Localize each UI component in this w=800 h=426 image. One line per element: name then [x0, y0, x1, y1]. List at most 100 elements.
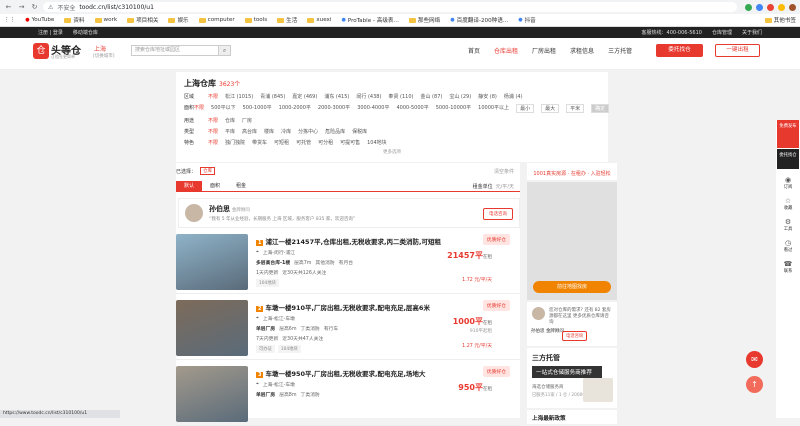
filter-option[interactable]: 可托管 — [296, 139, 311, 146]
back-icon[interactable]: ← — [4, 3, 13, 11]
filter-option[interactable]: 厂房 — [242, 117, 252, 124]
bookmark-item[interactable]: ● 百度翻译-200种语... — [450, 16, 508, 24]
rail-entrust[interactable]: 委托找仓 — [777, 149, 799, 169]
map-preview[interactable]: 前往地图找房 — [527, 182, 617, 300]
filter-option[interactable]: 静安 (8) — [478, 93, 497, 100]
listing-title[interactable]: 3 车墩一楼950平,厂房出租,无税收要求,配电充足,场地大 — [256, 368, 425, 378]
forward-icon[interactable]: → — [17, 3, 26, 11]
filter-option[interactable]: 危险品库 — [325, 128, 345, 135]
extension-icon[interactable] — [767, 3, 774, 11]
nav-item[interactable]: 首页 — [468, 46, 480, 55]
filter-option[interactable]: 不限 — [194, 104, 204, 113]
area-max[interactable]: 最大 — [541, 104, 560, 113]
rent-unit-select[interactable]: 租金单位 元/平/天 — [473, 183, 514, 190]
filter-option[interactable]: 闵行 (438) — [356, 93, 381, 100]
rail-item[interactable]: ⚙ 工具 — [776, 218, 800, 232]
reset-filters-link[interactable]: 清空条件 — [494, 168, 514, 175]
listing-title[interactable]: 1 浦江一楼21457平,仓库出租,无税收要求,丙二类消防,可短租 — [256, 236, 441, 246]
mobile-link[interactable]: 移动端仓库 — [73, 29, 98, 36]
filter-option[interactable]: 不限 — [208, 93, 218, 100]
search-icon[interactable]: ⌕ — [219, 45, 231, 56]
chat-icon[interactable]: ✉ — [746, 351, 763, 368]
filter-option[interactable]: 保税库 — [352, 128, 367, 135]
filter-option[interactable]: 嘉定 (469) — [292, 93, 317, 100]
filter-option[interactable]: 仓库 — [225, 117, 235, 124]
promo-card[interactable]: 三方托管 一站式仓储服务商推荐 海选仓储服务商 已服务11家 / 1 仓 / 2… — [527, 348, 617, 408]
bookmark-item[interactable]: tools — [244, 17, 267, 23]
address-bar[interactable]: ⚠ 不安全 toodc.cn/list/c310100/u1 — [43, 2, 737, 12]
rail-free-publish[interactable]: 免费发布 — [777, 120, 799, 148]
bookmark-item[interactable]: 资料 — [64, 16, 85, 24]
filter-option[interactable]: 奉贤 (110) — [388, 93, 413, 100]
nav-item[interactable]: 厂房出租 — [532, 46, 556, 55]
call-button[interactable]: 电话咨询 — [483, 208, 513, 220]
filter-option[interactable]: 杨浦 (4) — [504, 93, 523, 100]
bookmark-item[interactable]: 那些网络 — [408, 16, 440, 24]
bookmark-item[interactable]: ● ProTable - 高级表... — [341, 16, 398, 24]
bookmark-item[interactable]: computer — [198, 17, 235, 23]
sort-option[interactable]: 默认 — [176, 180, 203, 192]
bookmark-item[interactable]: 项目相关 — [127, 16, 158, 24]
apps-icon[interactable]: ⋮⋮ — [4, 17, 15, 23]
filter-option[interactable]: 平库 — [225, 128, 235, 135]
filter-option[interactable]: 独门独院 — [225, 139, 245, 146]
sort-option[interactable]: 面积 — [202, 181, 228, 192]
switch-city-link[interactable]: [切换城市] — [93, 53, 115, 59]
publish-button[interactable]: 一键出租 — [715, 44, 760, 57]
filter-option[interactable]: 4000-5000平 — [396, 104, 428, 113]
about-link[interactable]: 关于我们 — [742, 29, 762, 36]
filter-option[interactable]: 不限 — [208, 128, 218, 135]
rail-item[interactable]: ☆ 收藏 — [776, 197, 800, 211]
find-warehouse-button[interactable]: 委托找仓 — [656, 44, 703, 57]
filter-option[interactable]: 浦东 (415) — [324, 93, 349, 100]
filter-option[interactable]: 500平以下 — [211, 104, 236, 113]
filter-option[interactable]: 可短租 — [274, 139, 289, 146]
nav-item[interactable]: 求租信息 — [570, 46, 594, 55]
filter-option[interactable]: 松江 (1015) — [225, 93, 253, 100]
profile-avatar[interactable] — [789, 3, 796, 11]
bookmark-item[interactable]: 娱乐 — [168, 16, 189, 24]
nav-item[interactable]: 仓库出租 — [494, 46, 518, 55]
bookmark-item[interactable]: 生活 — [277, 16, 297, 24]
filter-option[interactable]: 500-1000平 — [243, 104, 272, 113]
bookmark-item[interactable]: xuexi — [307, 17, 331, 23]
rail-item[interactable]: ☎ 联系 — [776, 260, 800, 274]
filter-option[interactable]: 楼库 — [264, 128, 274, 135]
listing-item[interactable]: 2 车墩一楼910平,厂房出租,无税收要求,配电充足,层高6米 ⌖ 上海-松江-车墩单… — [176, 294, 520, 360]
reload-icon[interactable]: ↻ — [30, 3, 39, 11]
filter-option[interactable]: 高台库 — [242, 128, 257, 135]
filter-option[interactable]: 金山 (87) — [420, 93, 442, 100]
filter-option[interactable]: 1000-2000平 — [279, 104, 311, 113]
area-ok[interactable]: 确定 — [591, 104, 610, 113]
rail-item[interactable]: ◉ 订阅 — [776, 176, 800, 190]
filter-option[interactable]: 104地块 — [367, 139, 387, 146]
bookmark-item[interactable]: ● 抖音 — [518, 16, 536, 24]
listing-thumbnail[interactable] — [176, 366, 248, 422]
filter-option[interactable]: 宝山 (29) — [449, 93, 471, 100]
filter-option[interactable]: 带货车 — [252, 139, 267, 146]
call-button[interactable]: 电话咨询 — [562, 331, 588, 341]
filter-option[interactable]: 5000-10000平 — [436, 104, 471, 113]
extension-icon[interactable] — [745, 3, 752, 11]
more-options-link[interactable]: 更多选项 — [184, 149, 600, 155]
selected-tag[interactable]: 仓库 — [200, 167, 216, 175]
nav-item[interactable]: 三方托管 — [608, 46, 632, 55]
search-input[interactable]: 搜索仓库地址或园区 — [131, 45, 219, 56]
listing-thumbnail[interactable] — [176, 234, 248, 290]
ops-link[interactable]: 仓库管理 — [712, 29, 732, 36]
back-to-top-icon[interactable]: ↑ — [746, 376, 763, 393]
filter-option[interactable]: 可提可售 — [340, 139, 360, 146]
listing-item[interactable]: 1 浦江一楼21457平,仓库出租,无税收要求,丙二类消防,可短租 ⌖ 上海-闵行-浦… — [176, 228, 520, 294]
sort-option[interactable]: 租金 — [228, 181, 254, 192]
area-unit[interactable]: 平米 — [566, 104, 585, 113]
rail-item[interactable]: ◷ 看过 — [776, 239, 800, 253]
filter-option[interactable]: 冷库 — [281, 128, 291, 135]
listing-thumbnail[interactable] — [176, 300, 248, 356]
filter-option[interactable]: 2000-3000平 — [318, 104, 350, 113]
filter-option[interactable]: 青浦 (845) — [260, 93, 285, 100]
bookmark-item[interactable]: ● YouTube — [25, 17, 54, 23]
extension-icon[interactable] — [756, 3, 763, 11]
filter-option[interactable]: 可分租 — [318, 139, 333, 146]
filter-option[interactable]: 分拣中心 — [298, 128, 318, 135]
map-search-button[interactable]: 前往地图找房 — [533, 281, 611, 293]
